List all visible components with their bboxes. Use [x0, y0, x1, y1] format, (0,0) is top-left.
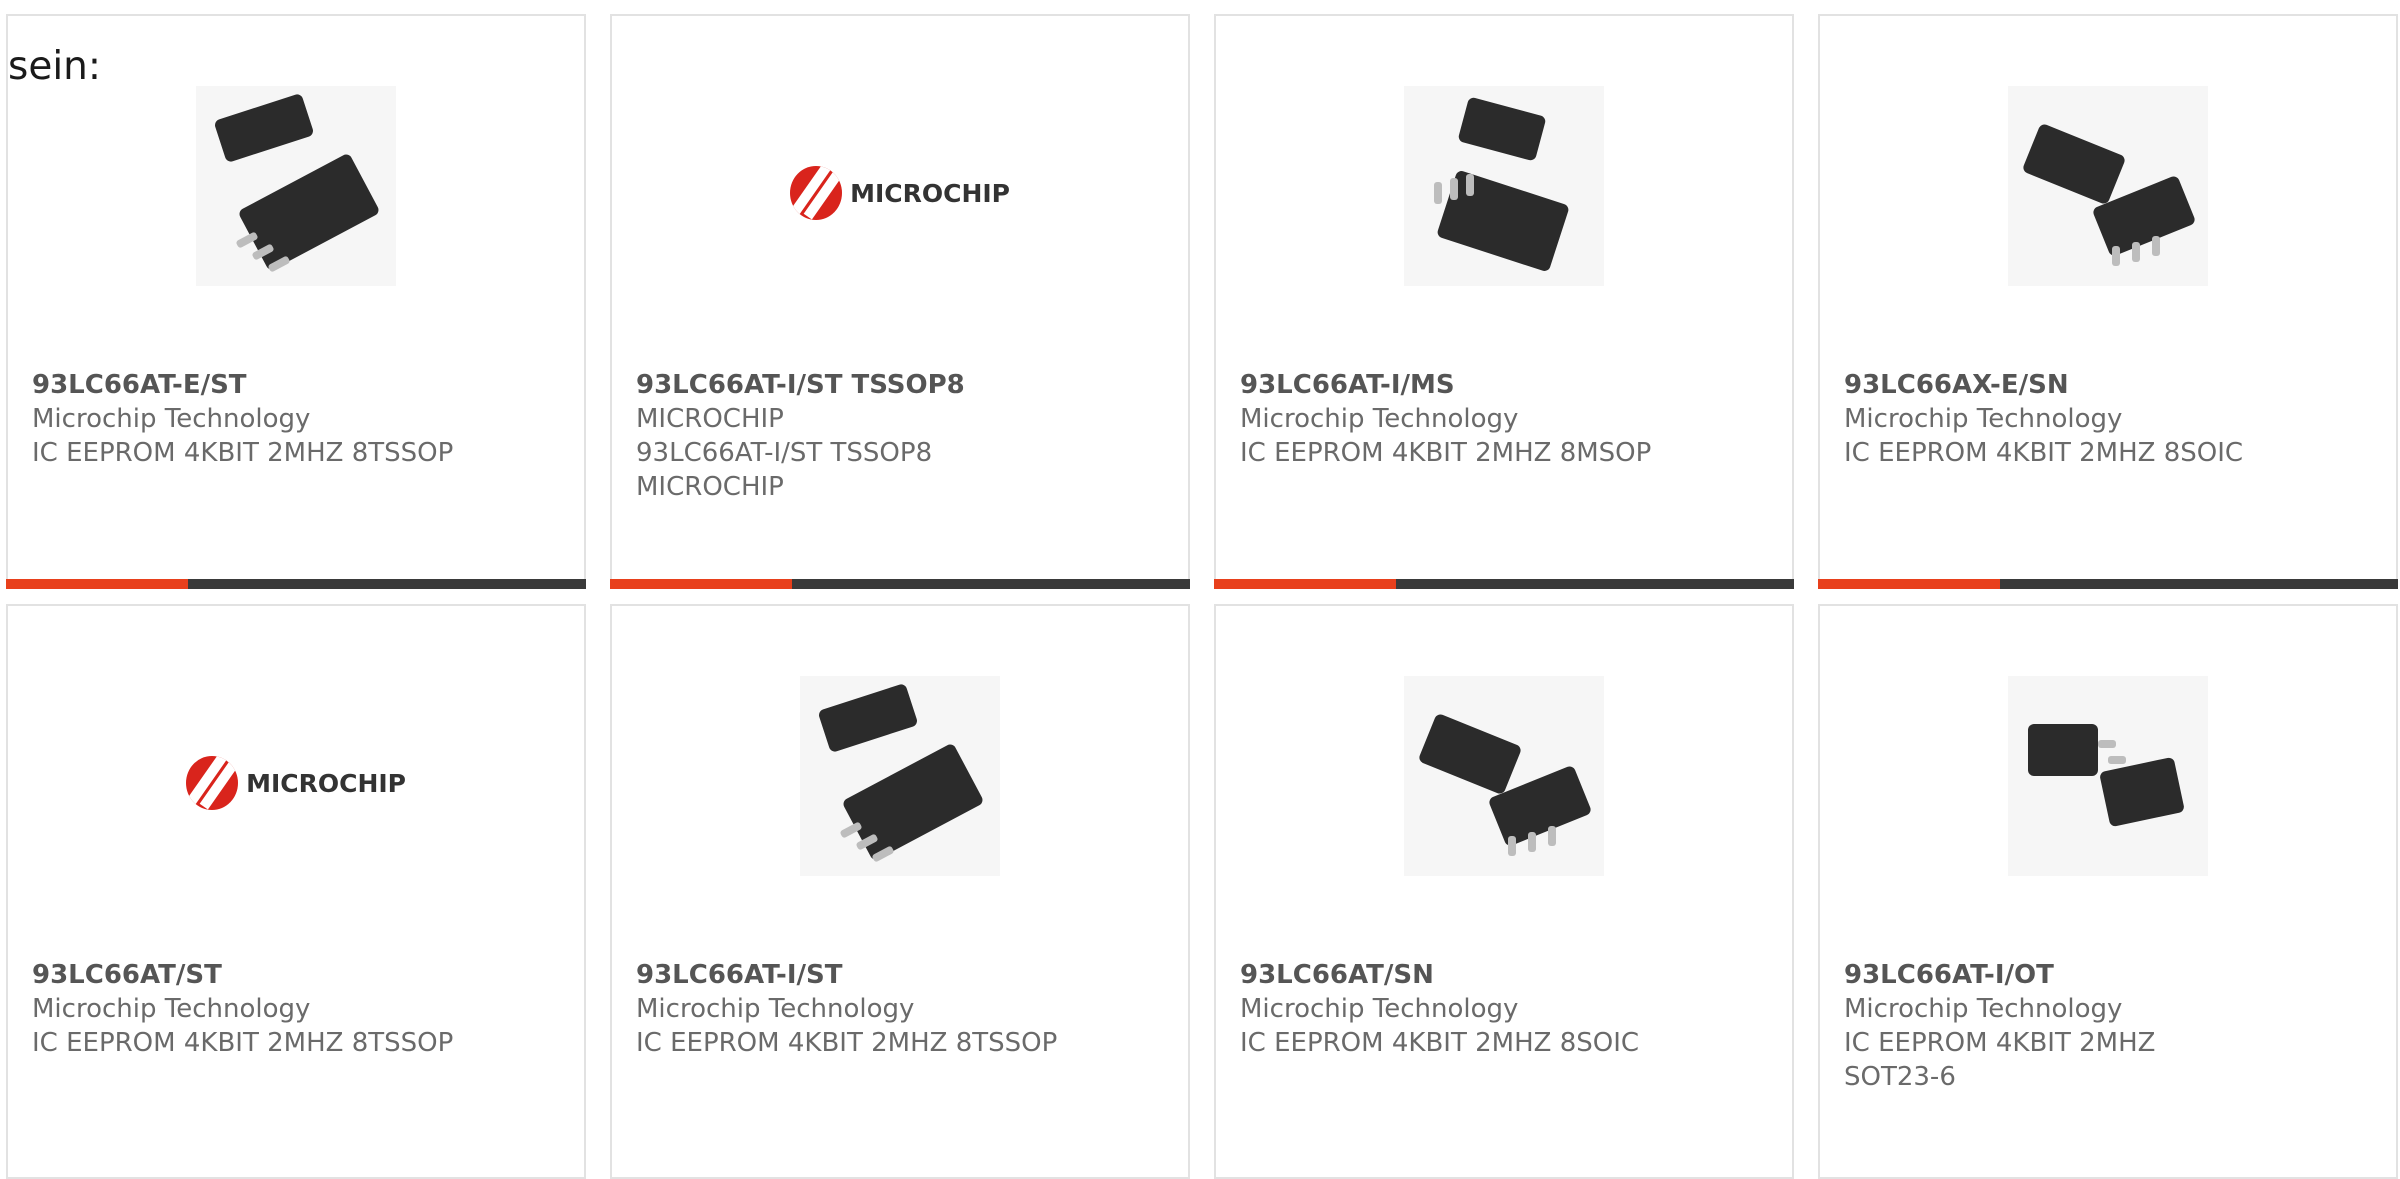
description: IC EEPROM 4KBIT 2MHZ SOT23-6 — [1844, 1028, 2156, 1092]
product-card[interactable]: 93LC66AT-I/ST Microchip Technology IC EE… — [610, 604, 1190, 1179]
manufacturer: Microchip Technology — [1844, 404, 2123, 434]
tssop-chip-image — [196, 86, 396, 286]
manufacturer: Microchip Technology — [1240, 404, 1519, 434]
description: IC EEPROM 4KBIT 2MHZ 8SOIC — [1844, 438, 2244, 468]
part-number[interactable]: 93LC66AT-I/OT — [1844, 958, 2372, 992]
soic-chip-image — [1404, 676, 1604, 876]
product-card[interactable]: 93LC66AT-E/ST Microchip Technology IC EE… — [6, 14, 586, 589]
part-number[interactable]: 93LC66AT/ST — [32, 958, 560, 992]
tssop-chip-image — [800, 676, 1000, 876]
description-extra: MICROCHIP — [636, 472, 784, 502]
soic-chip-image — [2008, 86, 2208, 286]
sot23-chip-image — [2008, 676, 2208, 876]
manufacturer: Microchip Technology — [32, 994, 311, 1024]
part-number[interactable]: 93LC66AT-E/ST — [32, 368, 560, 402]
manufacturer: Microchip Technology — [636, 994, 915, 1024]
part-number[interactable]: 93LC66AT-I/ST TSSOP8 — [636, 368, 1164, 402]
card-footer-bar — [610, 579, 1190, 589]
description: IC EEPROM 4KBIT 2MHZ 8TSSOP — [32, 1028, 454, 1058]
part-number[interactable]: 93LC66AT/SN — [1240, 958, 1768, 992]
description: 93LC66AT-I/ST TSSOP8 — [636, 438, 933, 468]
description: IC EEPROM 4KBIT 2MHZ 8TSSOP — [32, 438, 454, 468]
product-card[interactable]: 93LC66AX-E/SN Microchip Technology IC EE… — [1818, 14, 2398, 589]
product-card[interactable]: MICROCHIP 93LC66AT/ST Microchip Technolo… — [6, 604, 586, 1179]
logo-text: MICROCHIP — [850, 178, 1010, 208]
logo-text: MICROCHIP — [246, 768, 406, 798]
product-card[interactable]: 93LC66AT-I/OT Microchip Technology IC EE… — [1818, 604, 2398, 1179]
card-footer-bar — [1818, 579, 2398, 589]
card-footer-bar — [1214, 579, 1794, 589]
part-number[interactable]: 93LC66AT-I/ST — [636, 958, 1164, 992]
description: IC EEPROM 4KBIT 2MHZ 8TSSOP — [636, 1028, 1058, 1058]
msop-chip-image — [1404, 86, 1604, 286]
microchip-logo-icon — [186, 756, 239, 810]
part-number[interactable]: 93LC66AT-I/MS — [1240, 368, 1768, 402]
intro-text: sein: — [8, 44, 102, 89]
product-card[interactable]: 93LC66AT-I/MS Microchip Technology IC EE… — [1214, 14, 1794, 589]
product-card[interactable]: MICROCHIP 93LC66AT-I/ST TSSOP8 MICROCHIP… — [610, 14, 1190, 589]
microchip-logo: MICROCHIP — [186, 756, 406, 816]
microchip-logo: MICROCHIP — [790, 166, 1010, 226]
description: IC EEPROM 4KBIT 2MHZ 8MSOP — [1240, 438, 1652, 468]
manufacturer: Microchip Technology — [32, 404, 311, 434]
card-footer-bar — [6, 579, 586, 589]
microchip-logo-icon — [790, 166, 843, 220]
description: IC EEPROM 4KBIT 2MHZ 8SOIC — [1240, 1028, 1640, 1058]
manufacturer: Microchip Technology — [1844, 994, 2123, 1024]
manufacturer: MICROCHIP — [636, 404, 784, 434]
product-card[interactable]: 93LC66AT/SN Microchip Technology IC EEPR… — [1214, 604, 1794, 1179]
part-number[interactable]: 93LC66AX-E/SN — [1844, 368, 2372, 402]
manufacturer: Microchip Technology — [1240, 994, 1519, 1024]
